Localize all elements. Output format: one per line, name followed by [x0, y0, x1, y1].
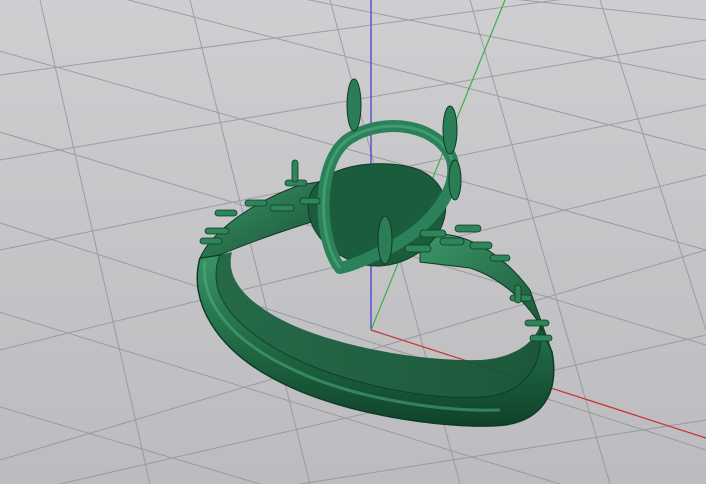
- viewport-canvas[interactable]: [0, 0, 706, 484]
- prong-front-right: [448, 159, 462, 201]
- prong-front-left: [377, 215, 393, 265]
- prong-back-left: [346, 78, 362, 132]
- ring-model[interactable]: [196, 78, 555, 427]
- 3d-viewport[interactable]: [0, 0, 706, 484]
- prong-back-right: [442, 105, 458, 155]
